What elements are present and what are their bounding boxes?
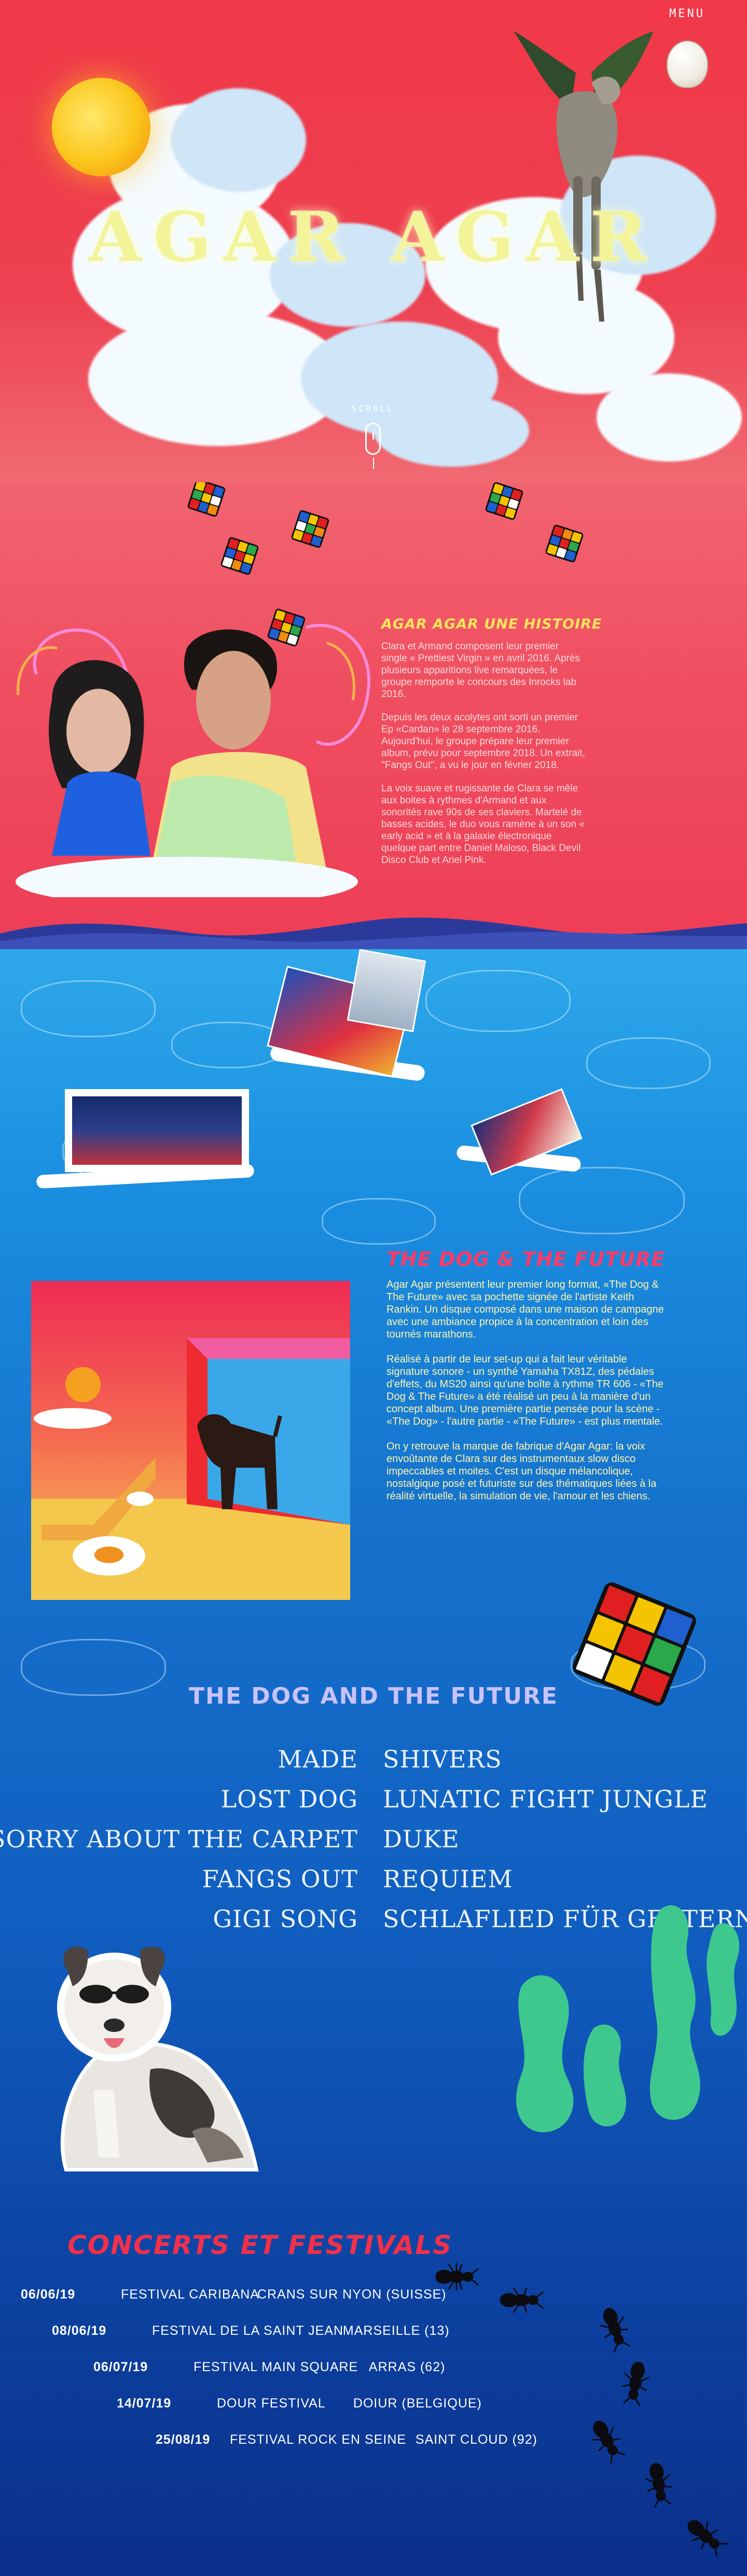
concert-location: MARSEILLE (13) (342, 2323, 450, 2338)
site-title: AGAR AGAR (88, 197, 659, 277)
sun (52, 78, 150, 176)
concert-date: 06/06/19 (21, 2287, 76, 2302)
track-title[interactable]: LOST DOG (221, 1785, 358, 1813)
cloud (597, 373, 742, 462)
concert-date: 08/06/19 (52, 2323, 107, 2338)
water-ripple (21, 980, 156, 1037)
album-section: THE DOG & THE FUTURE Agar Agar présenten… (0, 949, 747, 2576)
history-paragraph: Clara et Armand composent leur premier s… (381, 641, 580, 700)
album-paragraph: On y retrouve la marque de fabrique d'Ag… (386, 1441, 657, 1502)
concert-location: CRANS SUR NYON (SUISSE) (257, 2287, 447, 2302)
concert-festival: FESTIVAL ROCK EN SEINE (229, 2432, 407, 2447)
ant-icon (436, 2263, 479, 2290)
tracklist-title: THE DOG AND THE FUTURE (189, 1683, 558, 1709)
rubiks-cube-icon (220, 536, 259, 576)
ant-icon (500, 2287, 544, 2313)
concerts-title: CONCERTS ET FESTIVALS (67, 2230, 453, 2260)
concert-row[interactable]: 14/07/19 DOUR FESTIVAL DOIUR (BELGIQUE) (117, 2396, 482, 2411)
menu-label[interactable]: MENU (669, 7, 705, 20)
history-paragraph: La voix suave et rugissante de Clara se … (381, 783, 585, 866)
scroll-mouse-icon[interactable] (365, 423, 381, 469)
ant-icon (645, 2462, 672, 2508)
rubiks-cube-icon (290, 509, 330, 549)
track-title[interactable]: MADE (278, 1745, 358, 1773)
concert-location: ARRAS (62) (368, 2360, 446, 2374)
ant-icon (592, 2420, 626, 2463)
album-cover-art (31, 1281, 350, 1600)
history-paragraph: Depuis les deux acolytes ont sorti un pr… (381, 712, 585, 771)
winged-dog-illustration (514, 31, 654, 322)
concert-date: 25/08/19 (156, 2432, 211, 2447)
track-title[interactable]: SORRY ABOUT THE CARPET (0, 1825, 358, 1853)
water-ripple (519, 1167, 685, 1234)
concert-date: 06/07/19 (93, 2360, 148, 2374)
history-section: AGAR AGAR UNE HISTOIRE Clara et Armand c… (0, 482, 747, 949)
concert-row[interactable]: 06/06/19 FESTIVAL CARIBANA CRANS SUR NYO… (21, 2287, 447, 2302)
concert-row[interactable]: 08/06/19 FESTIVAL DE LA SAINT JEAN MARSE… (52, 2323, 450, 2338)
rubiks-cube-icon (545, 524, 584, 563)
water-ripple (425, 970, 571, 1032)
ant-icon (622, 2361, 649, 2406)
track-row: MADE SHIVERS (0, 1745, 747, 1785)
hero-section: MENU AGAR AGAR SCROLL (0, 0, 747, 482)
history-text: Clara et Armand composent leur premier s… (381, 640, 586, 878)
concert-festival: FESTIVAL DE LA SAINT JEAN (151, 2323, 344, 2338)
track-title[interactable]: REQUIEM (383, 1865, 513, 1893)
water-ripple (586, 1037, 711, 1089)
track-row: LOST DOG LUNATIC FIGHT JUNGLE (0, 1785, 747, 1825)
cover-statue[interactable] (347, 949, 426, 1033)
ants-illustration (436, 2263, 728, 2557)
history-title: AGAR AGAR UNE HISTOIRE (381, 616, 602, 632)
rubiks-cube-icon (187, 482, 226, 518)
track-title[interactable]: LUNATIC FIGHT JUNGLE (383, 1785, 708, 1813)
track-title[interactable]: GIGI SONG (213, 1905, 358, 1933)
album-title: THE DOG & THE FUTURE (386, 1248, 666, 1271)
concert-festival: FESTIVAL CARIBANA (120, 2287, 260, 2302)
concert-festival: DOUR FESTIVAL (216, 2396, 326, 2411)
concert-festival: FESTIVAL MAIN SQUARE (193, 2360, 358, 2374)
sitting-dog-illustration (57, 1946, 259, 2171)
dune-divider (0, 917, 747, 949)
cover-night-scene[interactable] (65, 1089, 249, 1172)
seaweed-illustration (516, 1905, 740, 2133)
track-title[interactable]: FANGS OUT (202, 1865, 358, 1893)
concert-date: 14/07/19 (117, 2396, 172, 2411)
album-text: Agar Agar présentent leur premier long f… (386, 1278, 672, 1515)
track-title[interactable]: SHIVERS (383, 1745, 502, 1773)
concert-row[interactable]: 06/07/19 FESTIVAL MAIN SQUARE ARRAS (62) (93, 2360, 445, 2375)
ant-icon (687, 2520, 728, 2557)
album-paragraph: Réalisé à partir de leur set-up qui a fa… (386, 1354, 663, 1427)
track-row: SORRY ABOUT THE CARPET DUKE (0, 1825, 747, 1865)
water-ripple (322, 1198, 436, 1245)
cloud (171, 88, 306, 192)
track-title[interactable]: DUKE (383, 1825, 460, 1853)
scroll-label[interactable]: SCROLL (347, 403, 399, 413)
band-portraits (16, 623, 370, 897)
egg-menu-icon[interactable] (667, 40, 708, 88)
rubiks-cube-icon (485, 482, 524, 521)
album-paragraph: Agar Agar présentent leur premier long f… (386, 1279, 664, 1340)
ant-icon (600, 2308, 631, 2352)
